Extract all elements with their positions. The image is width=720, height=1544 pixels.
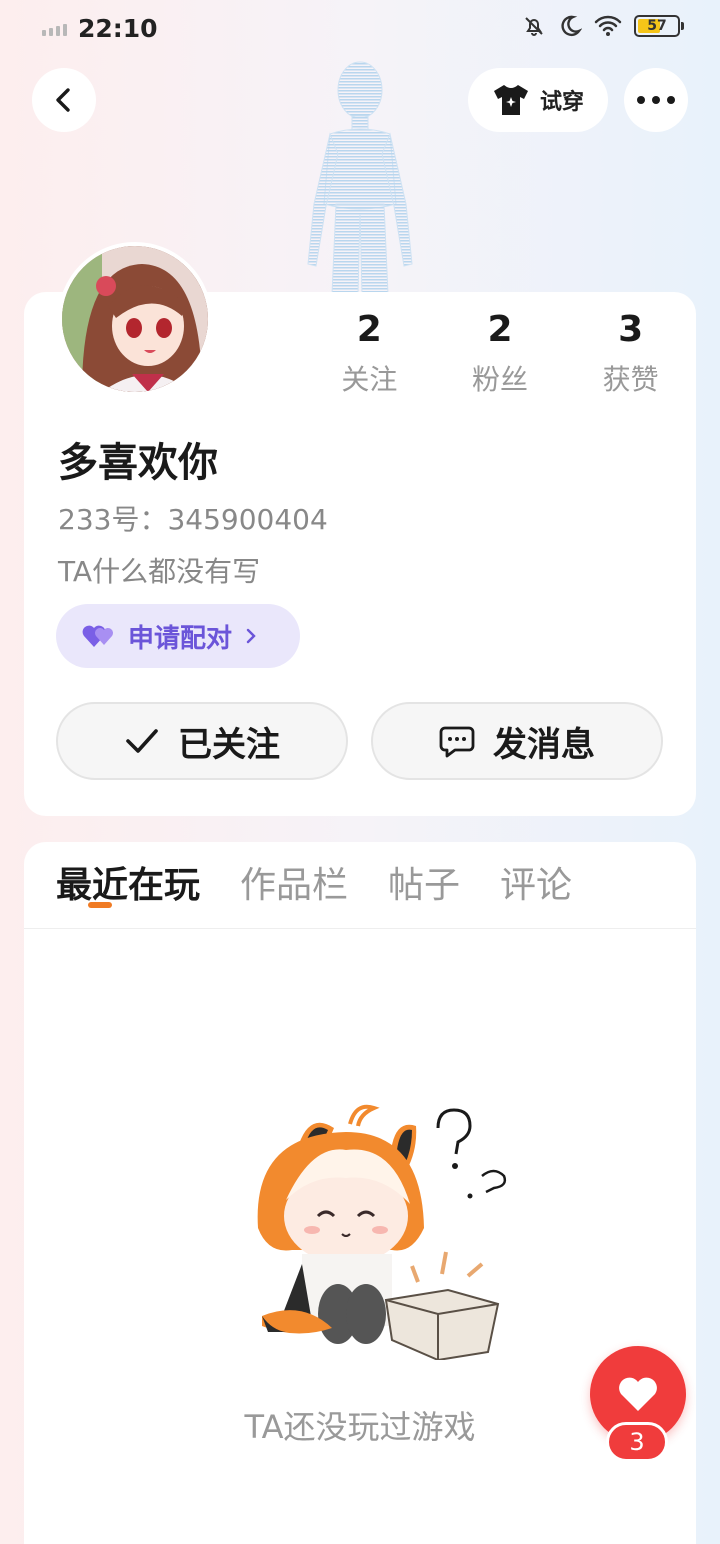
tab-works[interactable]: 作品栏	[240, 862, 348, 926]
chevron-left-icon	[56, 88, 70, 112]
chat-bubble-icon	[439, 726, 475, 758]
status-time: 22:10	[78, 14, 158, 43]
try-on-button[interactable]: 试穿	[468, 68, 608, 132]
followed-button[interactable]: 已关注	[56, 702, 348, 780]
request-pair-label: 申请配对	[128, 623, 233, 654]
shirt-sparkle-icon	[493, 85, 528, 115]
stat-value: 3	[618, 309, 644, 350]
username: 多喜欢你	[58, 440, 218, 486]
anime-girl-avatar-image	[62, 246, 208, 392]
like-count-badge: 3	[606, 1422, 668, 1462]
request-pair-button[interactable]: 申请配对	[56, 604, 300, 668]
heart-icon	[619, 1377, 657, 1411]
stat-followers[interactable]: 2 粉丝	[435, 310, 566, 398]
chevron-right-icon	[246, 628, 256, 644]
double-heart-icon	[82, 625, 113, 647]
wifi-icon	[594, 15, 622, 36]
stat-likes[interactable]: 3 获赞	[565, 310, 696, 398]
avatar[interactable]	[58, 242, 212, 396]
tab-bar: 最近在玩 作品栏 帖子 评论	[56, 862, 572, 926]
more-button[interactable]	[624, 68, 688, 132]
avatar-figure	[307, 61, 413, 294]
battery-icon: 57	[634, 15, 684, 37]
tab-comments[interactable]: 评论	[500, 862, 572, 926]
stat-value: 2	[356, 309, 382, 350]
stat-label: 获赞	[602, 363, 659, 396]
tab-posts[interactable]: 帖子	[388, 862, 460, 926]
tabs-divider	[24, 928, 696, 929]
back-button[interactable]	[32, 68, 96, 132]
stat-value: 2	[487, 309, 513, 350]
followed-label: 已关注	[178, 724, 280, 765]
stat-following[interactable]: 2 关注	[304, 310, 435, 398]
battery-level: 57	[647, 18, 667, 34]
mute-icon	[525, 17, 543, 36]
stats-row: 2 关注 2 粉丝 3 获赞	[304, 310, 696, 398]
more-dots-icon	[637, 96, 675, 104]
confused-mascot-illustration	[257, 1104, 507, 1360]
moon-icon	[561, 15, 582, 37]
signal-icon	[42, 24, 67, 36]
stat-label: 粉丝	[472, 363, 529, 396]
send-message-label: 发消息	[493, 724, 595, 765]
user-id: 233号：345900404	[58, 503, 328, 536]
user-bio: TA什么都没有写	[58, 555, 261, 588]
try-on-label: 试穿	[539, 90, 584, 115]
tab-recently-played[interactable]: 最近在玩	[56, 862, 200, 926]
status-bar: 22:10 57	[0, 0, 720, 58]
content-card: 最近在玩 作品栏 帖子 评论 TA还没玩过游戏	[24, 842, 696, 1544]
send-message-button[interactable]: 发消息	[371, 702, 663, 780]
stat-label: 关注	[341, 363, 398, 396]
active-tab-indicator	[88, 902, 112, 908]
checkmark-icon	[126, 729, 158, 753]
